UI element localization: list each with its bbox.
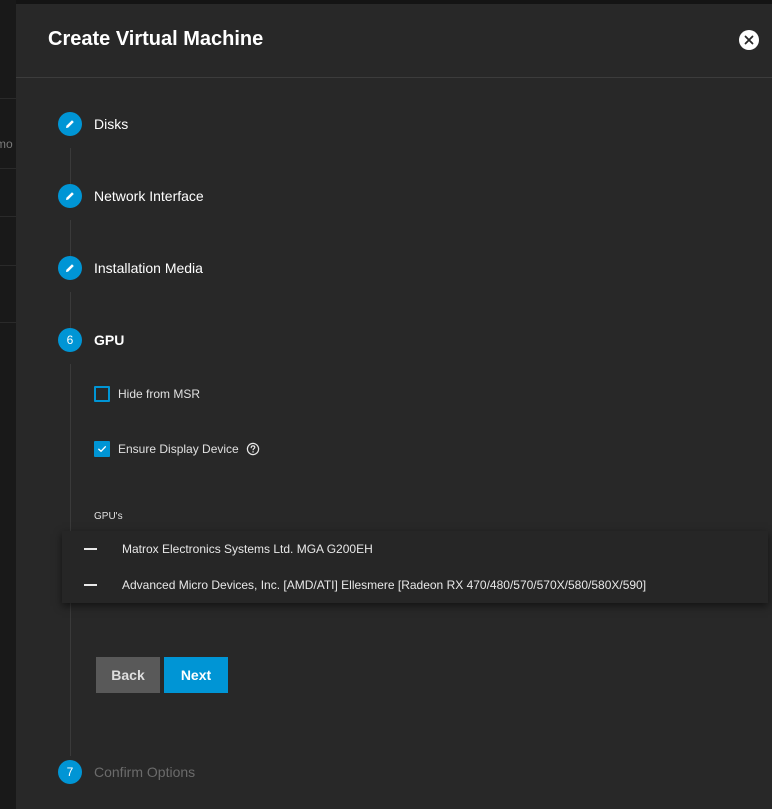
ensure-display-device-checkbox[interactable] <box>94 441 110 457</box>
stepper-connector <box>70 292 71 328</box>
dialog-title: Create Virtual Machine <box>48 28 264 50</box>
gpus-field-label: GPU's <box>94 511 123 522</box>
checkmark-icon <box>98 446 106 452</box>
step-edit-indicator <box>58 184 82 208</box>
gpu-option-label: Matrox Electronics Systems Ltd. MGA G200… <box>122 542 373 556</box>
dialog-header: Create Virtual Machine <box>16 4 772 78</box>
dash-icon <box>84 548 97 550</box>
stepper-connector <box>70 148 71 184</box>
hide-from-msr-checkbox[interactable] <box>94 386 110 402</box>
step-edit-indicator <box>58 256 82 280</box>
step-label: Confirm Options <box>94 764 196 780</box>
step-label: Network Interface <box>94 188 204 204</box>
hide-from-msr-label: Hide from MSR <box>118 387 201 401</box>
pencil-icon <box>66 120 74 128</box>
gpu-option[interactable]: Matrox Electronics Systems Ltd. MGA G200… <box>62 531 768 567</box>
ensure-display-device-checkbox-row[interactable]: Ensure Display Device <box>94 440 260 458</box>
help-circle-icon[interactable] <box>246 442 260 456</box>
step-network-interface[interactable]: Network Interface <box>58 184 204 208</box>
step-edit-indicator <box>58 112 82 136</box>
close-icon <box>744 35 754 45</box>
pencil-icon <box>66 192 74 200</box>
background-divider <box>0 168 16 169</box>
background-divider <box>0 98 16 99</box>
back-button[interactable]: Back <box>96 657 160 693</box>
step-number-indicator: 7 <box>58 760 82 784</box>
stepper-connector <box>70 220 71 256</box>
step-label: GPU <box>94 332 125 348</box>
create-vm-dialog: Create Virtual Machine Disks Network Int… <box>16 4 772 809</box>
gpu-option-label: Advanced Micro Devices, Inc. [AMD/ATI] E… <box>122 578 647 592</box>
pencil-icon <box>66 264 74 272</box>
gpu-dropdown-panel: Matrox Electronics Systems Ltd. MGA G200… <box>62 531 768 603</box>
background-partial-text: mo <box>0 137 13 151</box>
step-label: Installation Media <box>94 260 203 276</box>
step-number-indicator: 6 <box>58 328 82 352</box>
background-divider <box>0 322 16 323</box>
dash-icon <box>84 584 97 586</box>
hide-from-msr-checkbox-row[interactable]: Hide from MSR <box>94 385 200 403</box>
gpu-option[interactable]: Advanced Micro Devices, Inc. [AMD/ATI] E… <box>62 567 768 603</box>
background-panel: mo <box>0 0 16 809</box>
close-button[interactable] <box>739 30 759 50</box>
step-label: Disks <box>94 116 129 132</box>
step-installation-media[interactable]: Installation Media <box>58 256 203 280</box>
next-button[interactable]: Next <box>164 657 228 693</box>
step-disks[interactable]: Disks <box>58 112 128 136</box>
background-divider <box>0 265 16 266</box>
step-confirm-options[interactable]: 7 Confirm Options <box>58 760 195 784</box>
background-divider <box>0 216 16 217</box>
ensure-display-device-label: Ensure Display Device <box>118 442 239 456</box>
step-gpu[interactable]: 6 GPU <box>58 328 124 352</box>
